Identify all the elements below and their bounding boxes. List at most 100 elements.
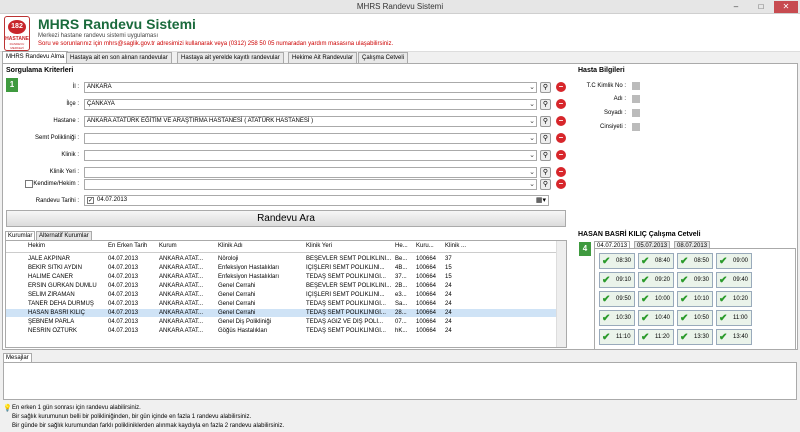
col-en-erken[interactable]: En Erken Tarih — [108, 243, 147, 249]
klinik-combo[interactable]: ⌄ — [84, 150, 537, 161]
cell-kurum: ANKARA ATAT... — [159, 283, 204, 289]
cell-klinik-adi: Enfeksiyon Hastalıkları — [218, 265, 280, 271]
time-slot[interactable]: ✔ 10:50 — [677, 310, 713, 326]
time-slot[interactable]: ✔ 09:10 — [599, 272, 635, 288]
search-icon: ⚲ — [542, 169, 549, 176]
col-klinik-yeri[interactable]: Klinik Yeri — [306, 243, 332, 249]
cell-klinik-yeri: BEŞEVLER SEMT POLİKLİNİ... — [306, 256, 392, 262]
il-clear-button[interactable]: – — [556, 82, 566, 92]
table-row[interactable]: SELİM ZİRAMAN 04.07.2013 ANKARA ATAT... Gen… — [6, 291, 557, 299]
col-klinik-adi[interactable]: Klinik Adı — [218, 243, 243, 249]
time-slot[interactable]: ✔ 09:30 — [677, 272, 713, 288]
klinik-clear-button[interactable]: – — [556, 150, 566, 160]
time-slot[interactable]: ✔ 11:10 — [599, 329, 635, 345]
grid-scrollbar[interactable] — [556, 241, 566, 347]
cell-hekim: JALE AKPINAR — [28, 256, 71, 262]
table-row[interactable]: ERSİN GÜRKAN DUMLU 04.07.2013 ANKARA ATAT.… — [6, 282, 557, 290]
hekim-clear-button[interactable]: – — [556, 179, 566, 189]
hastane-clear-button[interactable]: – — [556, 116, 566, 126]
maximize-button[interactable]: □ — [749, 1, 773, 13]
hekim-combo[interactable]: ⌄ — [84, 179, 537, 190]
col-hekim[interactable]: Hekim — [28, 243, 45, 249]
hastane-search-button[interactable]: ⚲ — [540, 116, 551, 127]
search-icon: ⚲ — [542, 152, 549, 159]
col-hekim-id[interactable]: He... — [395, 243, 408, 249]
hekim-search-button[interactable]: ⚲ — [540, 179, 551, 190]
time-slot-label: 09:20 — [655, 277, 671, 283]
klinik-yeri-clear-button[interactable]: – — [556, 167, 566, 177]
table-row[interactable]: JALE AKPINAR 04.07.2013 ANKARA ATAT... Nöro… — [6, 255, 557, 263]
ilce-search-button[interactable]: ⚲ — [540, 99, 551, 110]
randevu-tarihi-picker[interactable]: ✓ 04.07.2013 ▦▾ — [84, 195, 549, 206]
minimize-button[interactable]: – — [724, 1, 748, 13]
tab-kurumlar[interactable]: Kurumlar — [5, 231, 36, 240]
time-slot[interactable]: ✔ 09:00 — [716, 253, 752, 269]
time-slot[interactable]: ✔ 10:00 — [638, 291, 674, 307]
table-row[interactable]: ŞEBNEM PARLA 04.07.2013 ANKARA ATAT... Gene… — [6, 318, 557, 326]
time-slot[interactable]: ✔ 11:00 — [716, 310, 752, 326]
klinik-search-button[interactable]: ⚲ — [540, 150, 551, 161]
time-slot[interactable]: ✔ 10:10 — [677, 291, 713, 307]
checkmark-icon: ✔ — [680, 294, 689, 305]
date-checkbox[interactable]: ✓ — [87, 197, 94, 204]
time-slot[interactable]: ✔ 08:30 — [599, 253, 635, 269]
time-slot[interactable]: ✔ 13:30 — [677, 329, 713, 345]
cell-hekim: SELİM ZİRAMAN — [28, 292, 75, 298]
tab-alternatif-kurumlar[interactable]: Alternatif Kurumlar — [36, 231, 92, 240]
time-slot-label: 11:20 — [655, 334, 670, 340]
checkmark-icon: ✔ — [641, 294, 650, 305]
cell-klinik-yeri: TEDAŞ SEMT POLİKLİNİĞİ... — [306, 328, 386, 334]
tc-label: T.C Kimlik No : — [586, 83, 626, 89]
logo-subtext: RANDEVU MERKEZİ — [9, 42, 25, 50]
time-slot[interactable]: ✔ 08:40 — [638, 253, 674, 269]
time-slot-label: 08:40 — [655, 258, 671, 264]
il-combo[interactable]: ANKARA ⌄ — [84, 82, 537, 93]
time-slot[interactable]: ✔ 10:40 — [638, 310, 674, 326]
il-search-button[interactable]: ⚲ — [540, 82, 551, 93]
messages-box[interactable] — [3, 362, 797, 400]
table-row[interactable]: TANER DEHA DURMUŞ 04.07.2013 ANKARA ATAT..… — [6, 300, 557, 308]
table-row[interactable]: BEKİR SITKI AYDIN 04.07.2013 ANKARA ATAT..… — [6, 264, 557, 272]
tab-calisma-cetveli[interactable]: Çalışma Cetveli — [358, 52, 409, 63]
app-title: MHRS Randevu Sistemi — [38, 16, 196, 32]
semt-clear-button[interactable]: – — [556, 133, 566, 143]
checkmark-icon: ✔ — [719, 332, 728, 343]
semt-combo[interactable]: ⌄ — [84, 133, 537, 144]
time-slot[interactable]: ✔ 10:20 — [716, 291, 752, 307]
hastane-label: Hastane : — [53, 118, 79, 124]
klinik-yeri-combo[interactable]: ⌄ — [84, 167, 537, 178]
tab-randevu-alma[interactable]: MHRS Randevu Alma — [2, 51, 69, 63]
time-slot[interactable]: ✔ 13:40 — [716, 329, 752, 345]
randevu-ara-button[interactable]: Randevu Ara — [6, 210, 566, 227]
tab-hekim-randevulari[interactable]: Hekime Ait Randevular — [288, 52, 358, 63]
tab-yerel-randevular[interactable]: Hastaya ait yerelde kayıtlı randevular — [177, 52, 284, 63]
checkmark-icon: ✔ — [719, 275, 728, 286]
table-row[interactable]: NESRİN ÖZTÜRK 04.07.2013 ANKARA ATAT... Göğ… — [6, 327, 557, 335]
hastane-combo[interactable]: ANKARA ATATÜRK EĞİTİM VE ARAŞTIRMA HASTA… — [84, 116, 537, 127]
col-klinik-id[interactable]: Klinik ... — [445, 243, 466, 249]
time-slot[interactable]: ✔ 08:50 — [677, 253, 713, 269]
cell-klinik-id: 24 — [445, 328, 452, 334]
time-slot[interactable]: ✔ 10:30 — [599, 310, 635, 326]
col-kurum-id[interactable]: Kuru... — [416, 243, 434, 249]
chevron-down-icon: ⌄ — [529, 152, 535, 159]
time-slot[interactable]: ✔ 09:20 — [638, 272, 674, 288]
table-row[interactable]: HASAN BASRİ KILIÇ 04.07.2013 ANKARA ATAT..… — [6, 309, 557, 317]
table-row[interactable]: HALİME CANER 04.07.2013 ANKARA ATAT... Enfe… — [6, 273, 557, 281]
tab-mesajlar[interactable]: Mesajlar — [3, 353, 32, 362]
klinik-yeri-search-button[interactable]: ⚲ — [540, 167, 551, 178]
close-window-button[interactable]: ✕ — [774, 1, 798, 13]
calendar-icon[interactable]: ▦▾ — [536, 196, 546, 204]
time-slot[interactable]: ✔ 09:40 — [716, 272, 752, 288]
time-slot-label: 10:20 — [733, 296, 749, 302]
semt-search-button[interactable]: ⚲ — [540, 133, 551, 144]
ilce-clear-button[interactable]: – — [556, 99, 566, 109]
cell-kurum-id: 100664 — [416, 274, 437, 280]
minus-icon: – — [558, 167, 564, 176]
time-slot[interactable]: ✔ 09:50 — [599, 291, 635, 307]
time-slot[interactable]: ✔ 11:20 — [638, 329, 674, 345]
ilce-combo[interactable]: ÇANKAYA ⌄ — [84, 99, 537, 110]
col-kurum[interactable]: Kurum — [159, 243, 177, 249]
chevron-down-icon: ⌄ — [529, 169, 535, 176]
tab-son-randevular[interactable]: Hastaya ait en son alınan randevular — [66, 52, 172, 63]
